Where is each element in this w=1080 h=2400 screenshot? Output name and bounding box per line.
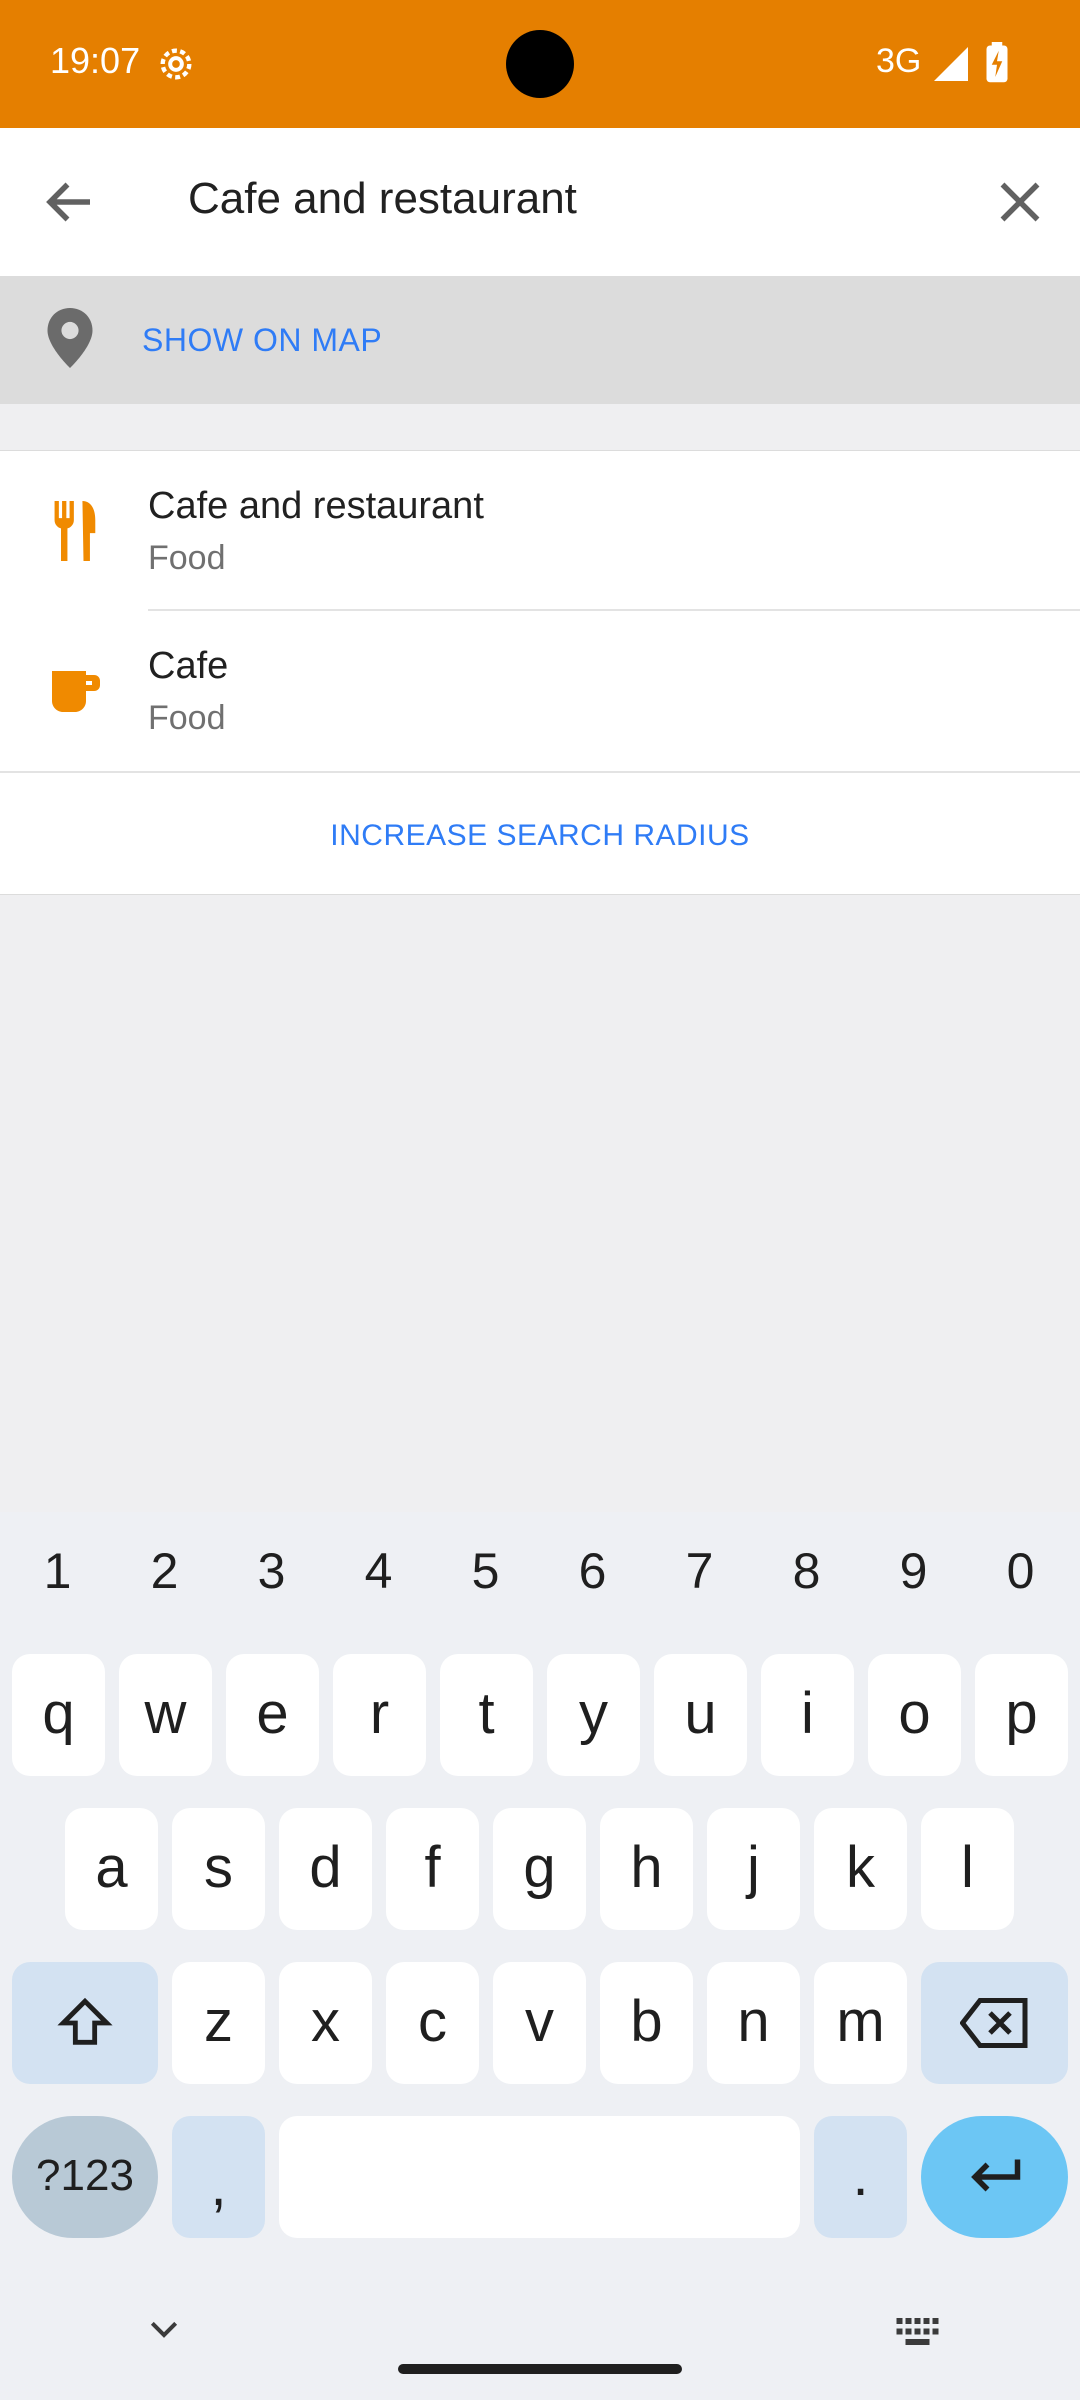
key-7[interactable]: 7: [646, 1542, 753, 1600]
key-1[interactable]: 1: [4, 1542, 111, 1600]
list-item[interactable]: Cafe and restaurant Food: [0, 451, 1080, 611]
key-m[interactable]: m: [814, 1962, 907, 2084]
space-key[interactable]: [279, 2116, 800, 2238]
search-bar: Cafe and restaurant: [0, 128, 1080, 276]
key-2[interactable]: 2: [111, 1542, 218, 1600]
key-g[interactable]: g: [493, 1808, 586, 1930]
key-c[interactable]: c: [386, 1962, 479, 2084]
camera-cutout: [506, 30, 574, 98]
key-k[interactable]: k: [814, 1808, 907, 1930]
enter-key[interactable]: [921, 2116, 1068, 2238]
increase-search-radius-label: INCREASE SEARCH RADIUS: [330, 819, 750, 852]
key-r[interactable]: r: [333, 1654, 426, 1776]
result-category: Food: [148, 539, 226, 577]
increase-search-radius-button[interactable]: INCREASE SEARCH RADIUS: [0, 771, 1080, 896]
signal-icon: [934, 47, 968, 81]
key-h[interactable]: h: [600, 1808, 693, 1930]
battery-charging-icon: [986, 42, 1008, 83]
search-input[interactable]: Cafe and restaurant: [188, 174, 577, 224]
spacer: [0, 404, 1080, 450]
hide-keyboard-chevron-icon[interactable]: [144, 2310, 184, 2350]
coffee-cup-icon: [52, 671, 100, 712]
home-indicator[interactable]: [398, 2364, 682, 2374]
key-b[interactable]: b: [600, 1962, 693, 2084]
key-0[interactable]: 0: [967, 1542, 1074, 1600]
key-j[interactable]: j: [707, 1808, 800, 1930]
key-y[interactable]: y: [547, 1654, 640, 1776]
results-list: Cafe and restaurant Food Cafe Food INCRE…: [0, 450, 1080, 895]
settings-gear-icon: [160, 48, 192, 80]
key-4[interactable]: 4: [325, 1542, 432, 1600]
status-bar: 19:07 3G: [0, 0, 1080, 128]
enter-arrow-icon: [970, 2159, 1020, 2192]
key-x[interactable]: x: [279, 1962, 372, 2084]
shift-arrow-icon: [57, 1997, 113, 2045]
key-v[interactable]: v: [493, 1962, 586, 2084]
key-6[interactable]: 6: [539, 1542, 646, 1600]
period-key[interactable]: .: [814, 2116, 907, 2238]
result-title: Cafe: [148, 645, 229, 687]
result-category: Food: [148, 699, 226, 737]
back-arrow-icon[interactable]: [40, 172, 100, 232]
key-d[interactable]: d: [279, 1808, 372, 1930]
key-3[interactable]: 3: [218, 1542, 325, 1600]
key-n[interactable]: n: [707, 1962, 800, 2084]
backspace-key[interactable]: [921, 1962, 1068, 2084]
key-p[interactable]: p: [975, 1654, 1068, 1776]
key-f[interactable]: f: [386, 1808, 479, 1930]
key-l[interactable]: l: [921, 1808, 1014, 1930]
key-z[interactable]: z: [172, 1962, 265, 2084]
key-9[interactable]: 9: [860, 1542, 967, 1600]
key-s[interactable]: s: [172, 1808, 265, 1930]
clear-icon[interactable]: [990, 172, 1050, 232]
key-w[interactable]: w: [119, 1654, 212, 1776]
key-t[interactable]: t: [440, 1654, 533, 1776]
list-item[interactable]: Cafe Food: [0, 611, 1080, 771]
fork-knife-icon: [54, 501, 96, 561]
key-5[interactable]: 5: [432, 1542, 539, 1600]
shift-key[interactable]: [12, 1962, 158, 2084]
status-time: 19:07: [50, 40, 141, 81]
key-i[interactable]: i: [761, 1654, 854, 1776]
keyboard-switch-icon[interactable]: [896, 2318, 942, 2348]
keyboard: 1 2 3 4 5 6 7 8 9 0 q w e r t y u i o p …: [0, 1512, 1080, 2400]
key-a[interactable]: a: [65, 1808, 158, 1930]
key-o[interactable]: o: [868, 1654, 961, 1776]
key-8[interactable]: 8: [753, 1542, 860, 1600]
number-row: 1 2 3 4 5 6 7 8 9 0: [0, 1542, 1080, 1638]
key-q[interactable]: q: [12, 1654, 105, 1776]
network-type: 3G: [876, 42, 922, 80]
key-u[interactable]: u: [654, 1654, 747, 1776]
show-on-map-button[interactable]: SHOW ON MAP: [0, 276, 1080, 404]
key-e[interactable]: e: [226, 1654, 319, 1776]
comma-key[interactable]: ,: [172, 2116, 265, 2238]
symbols-key[interactable]: ?123: [12, 2116, 158, 2238]
location-pin-icon: [47, 308, 93, 368]
show-on-map-label: SHOW ON MAP: [142, 322, 383, 358]
backspace-icon: [958, 1998, 1027, 2048]
result-title: Cafe and restaurant: [148, 485, 484, 527]
